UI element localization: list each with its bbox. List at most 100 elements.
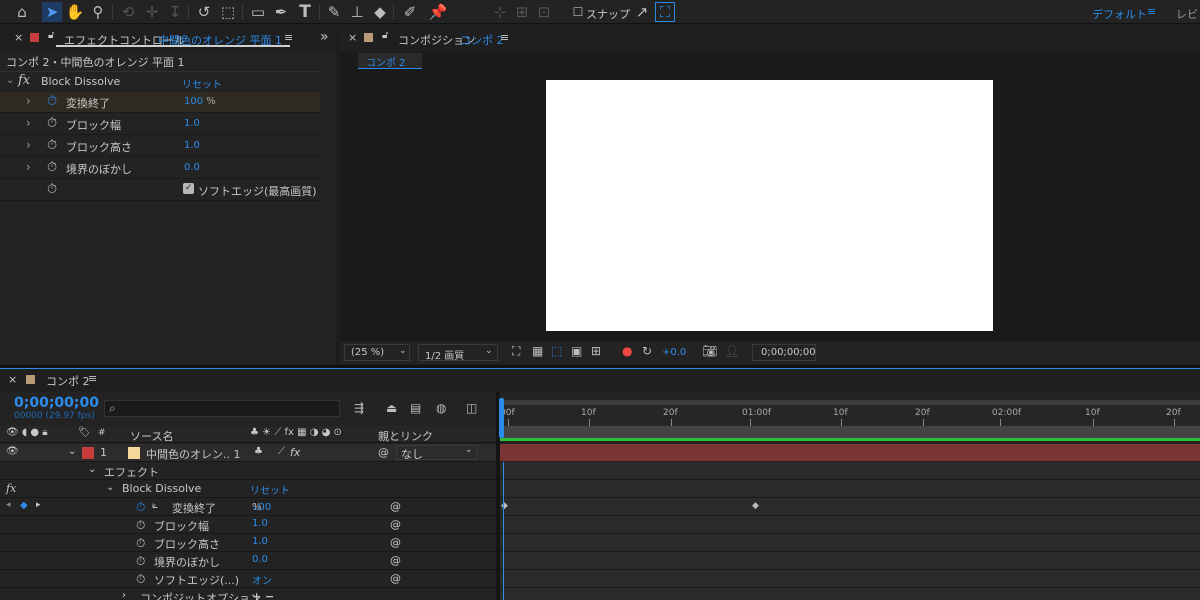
prev-keyframe-icon[interactable]: ◂: [6, 500, 11, 510]
expression-pick-whip-icon[interactable]: @: [390, 518, 401, 531]
stopwatch-icon[interactable]: ⏱︎: [136, 572, 145, 587]
clone-stamp-tool-icon[interactable]: ⊥: [347, 2, 367, 22]
guides-icon[interactable]: ⊞: [591, 345, 601, 357]
comp-flowchart-tab[interactable]: コンポ 2: [358, 53, 422, 69]
composition-canvas[interactable]: [546, 80, 993, 331]
comp-mini-flowchart-icon[interactable]: ⇶: [354, 402, 364, 414]
reset-link[interactable]: リセット: [182, 76, 222, 91]
zoom-dropdown[interactable]: (25 %) ⌄: [344, 344, 410, 361]
stopwatch-icon[interactable]: ⏱︎: [136, 536, 145, 551]
zoom-tool-icon[interactable]: ⚲: [88, 2, 108, 22]
shy-icon[interactable]: ♣: [254, 446, 263, 457]
lock-icon[interactable]: 🔓︎: [382, 30, 388, 41]
type-tool-icon[interactable]: T: [295, 2, 315, 22]
snap-toggle-icon[interactable]: ↗: [632, 2, 652, 22]
stopwatch-icon-active[interactable]: ⏱︎: [47, 94, 57, 109]
axis-world-icon[interactable]: ⊞: [512, 2, 532, 22]
property-value[interactable]: オン: [252, 572, 272, 587]
graph-icon[interactable]: ⟀: [152, 500, 158, 511]
property-row[interactable]: › ⏱︎ 変換終了 100 %: [0, 92, 320, 113]
effect-switch-icon[interactable]: fx: [290, 446, 300, 459]
show-snapshot-icon[interactable]: 👤︎: [724, 345, 739, 357]
time-navigator[interactable]: [500, 400, 1200, 405]
effects-group-row[interactable]: ⌄ エフェクト: [0, 462, 496, 480]
expression-pick-whip-icon[interactable]: @: [390, 572, 401, 585]
expand-panels-icon[interactable]: »: [320, 29, 329, 45]
snap-edges-icon[interactable]: ⛶: [655, 2, 675, 22]
rotate-tool-icon[interactable]: ↺: [194, 2, 214, 22]
axis-local-icon[interactable]: ⊹: [490, 2, 510, 22]
snap-checkbox[interactable]: ☐: [568, 2, 588, 22]
twirl-right-icon[interactable]: ›: [122, 590, 126, 600]
property-row[interactable]: ⏱︎ 境界のぼかし 0.0 @: [0, 552, 496, 570]
parent-dropdown[interactable]: なし ⌄: [396, 445, 478, 461]
close-tab-button[interactable]: ×: [8, 373, 17, 386]
frame-blending-icon[interactable]: ◍: [436, 402, 446, 414]
axis-view-icon[interactable]: ⊡: [534, 2, 554, 22]
quality-icon[interactable]: ⟋: [278, 446, 285, 457]
home-icon[interactable]: ⌂: [12, 2, 32, 22]
keyframe-marker[interactable]: ◆: [752, 501, 759, 511]
stopwatch-icon[interactable]: ⏱︎: [47, 138, 57, 153]
layer-search-input[interactable]: ⌕: [104, 400, 340, 417]
add-remove-mask-controls[interactable]: + −: [252, 590, 274, 600]
show-channel-icon[interactable]: ●: [622, 345, 632, 357]
property-row[interactable]: ⏱︎ ソフトエッジ(...) オン @: [0, 570, 496, 588]
snapshot-camera-icon[interactable]: 📷︎: [702, 345, 717, 357]
reset-link[interactable]: リセット: [250, 482, 290, 497]
mask-visibility-icon[interactable]: ⬚: [551, 345, 562, 357]
layer-label-color[interactable]: [82, 447, 94, 459]
effect-header-row[interactable]: ⌄ fx Block Dissolve リセット: [0, 73, 320, 91]
lock-icon[interactable]: 🔓︎: [48, 30, 54, 41]
property-value[interactable]: 100 %: [184, 96, 216, 107]
stopwatch-icon[interactable]: ⏱︎: [136, 554, 145, 569]
stopwatch-icon[interactable]: ⏱︎: [47, 160, 57, 175]
puppet-pin-tool-icon[interactable]: 📌: [428, 2, 448, 22]
twirl-right-icon[interactable]: ›: [26, 160, 31, 174]
selection-tool-icon[interactable]: ➤: [42, 2, 62, 22]
fx-icon[interactable]: fx: [6, 482, 16, 495]
current-timecode[interactable]: 0;00;00;00: [14, 395, 99, 411]
hide-shy-layers-icon[interactable]: ▤: [410, 402, 421, 414]
pan-camera-icon[interactable]: ✛: [142, 2, 162, 22]
twirl-right-icon[interactable]: ›: [26, 138, 31, 152]
anchor-point-tool-icon[interactable]: ⬚: [218, 2, 238, 22]
close-tab-button[interactable]: ×: [14, 31, 23, 44]
property-row[interactable]: ⏱︎ ブロック高さ 1.0 @: [0, 534, 496, 552]
collapse-twirl-icon[interactable]: ⌄: [6, 75, 14, 86]
workspace-menu-icon[interactable]: ≡: [1147, 5, 1156, 18]
brush-tool-icon[interactable]: ✎: [324, 2, 344, 22]
composite-options-row[interactable]: › コンポジットオプション + −: [0, 588, 496, 600]
property-row[interactable]: › ⏱︎ 境界のぼかし 0.0: [0, 158, 320, 179]
stopwatch-icon-active[interactable]: ⏱︎: [136, 500, 145, 515]
close-tab-button[interactable]: ×: [348, 31, 357, 44]
fast-previews-icon[interactable]: ⛶: [512, 345, 520, 357]
resolution-dropdown[interactable]: 1/2 画質 ⌄: [418, 344, 498, 362]
work-area-indicator[interactable]: [500, 438, 1200, 441]
property-value[interactable]: 0.0: [252, 554, 268, 565]
twirl-right-icon[interactable]: ›: [26, 116, 31, 130]
pen-tool-icon[interactable]: ✒: [271, 2, 291, 22]
source-name-column[interactable]: ソース名: [130, 428, 173, 444]
fx-icon[interactable]: fx: [18, 73, 30, 88]
twirl-down-icon[interactable]: ⌄: [106, 482, 114, 493]
property-value[interactable]: 0.0: [184, 162, 200, 173]
viewer-timecode[interactable]: 0;00;00;00: [752, 344, 816, 361]
orbit-camera-icon[interactable]: ⟲: [118, 2, 138, 22]
current-time-indicator[interactable]: [499, 398, 504, 438]
expression-pick-whip-icon[interactable]: @: [390, 536, 401, 549]
property-row[interactable]: › ⏱︎ ブロック幅 1.0: [0, 114, 320, 135]
effect-row[interactable]: fx ⌄ Block Dissolve リセット: [0, 480, 496, 498]
property-value[interactable]: 1.0: [184, 118, 200, 129]
composition-name[interactable]: コンポ 2: [460, 32, 504, 48]
property-row[interactable]: ◂ ◆ ▸ ⏱︎ ⟀ 変換終了 100% @: [0, 498, 496, 516]
dolly-camera-icon[interactable]: ↧: [165, 2, 185, 22]
panel-menu-icon[interactable]: ≡: [284, 31, 293, 44]
twirl-right-icon[interactable]: ›: [26, 94, 31, 108]
hand-tool-icon[interactable]: ✋: [65, 2, 85, 22]
transparency-grid-icon[interactable]: ▦: [532, 345, 543, 357]
property-row[interactable]: › ⏱︎ ブロック高さ 1.0: [0, 136, 320, 157]
layer-row[interactable]: 👁︎ ⌄ 1 中間色のオレン.. 1 ♣ ⟋ fx @ なし ⌄: [0, 444, 496, 462]
stopwatch-icon[interactable]: ⏱︎: [47, 116, 57, 131]
property-value[interactable]: 1.0: [184, 140, 200, 151]
